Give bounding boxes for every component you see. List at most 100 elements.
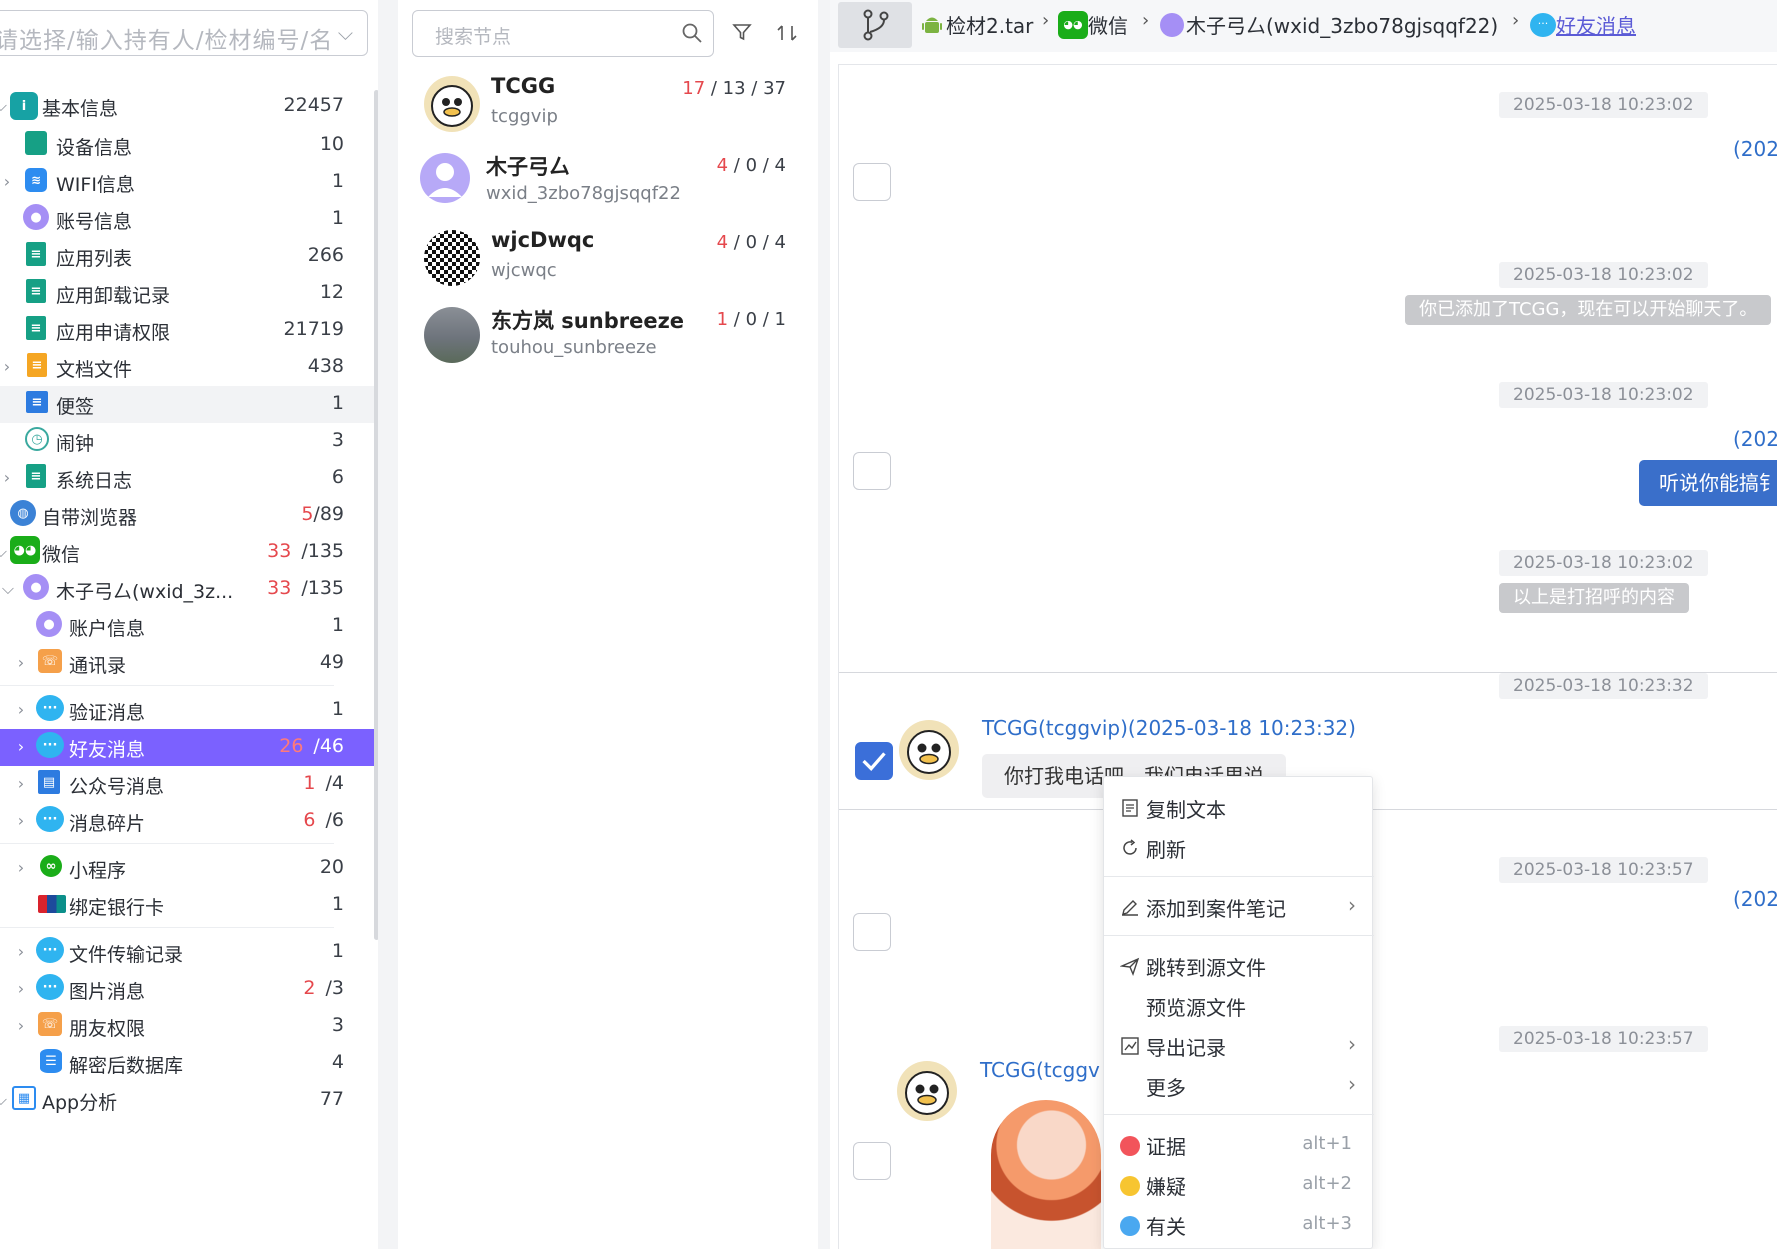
filter-icon[interactable]: [732, 22, 752, 42]
message-checkbox[interactable]: [853, 1142, 891, 1180]
menu-item-export[interactable]: 导出记录 ›: [1104, 1025, 1374, 1065]
chevron-right-icon[interactable]: ›: [12, 859, 30, 877]
git-branch-icon: [863, 9, 889, 41]
tree-item-bank-cards[interactable]: 绑定银行卡 1: [0, 887, 374, 924]
contact-name: 东方岚 sunbreeze: [491, 309, 685, 333]
tree-count: 5/89: [301, 503, 344, 525]
tree-item-friend-messages[interactable]: › ··· 好友消息 26/46: [0, 729, 374, 766]
tree-item-account-info[interactable]: ● 账号信息 1: [0, 201, 374, 238]
breadcrumb-item[interactable]: 木子弓厶(wxid_3zbo78gjsqqf22): [1160, 10, 1498, 39]
branch-button[interactable]: [838, 2, 912, 48]
tree-item-notes[interactable]: ≡ 便签 1: [0, 386, 374, 423]
tree-count: 12: [319, 281, 344, 303]
chevron-down-icon[interactable]: ⌵: [0, 1091, 10, 1109]
menu-item-more[interactable]: 更多 ›: [1104, 1065, 1374, 1105]
tree-item-alarm[interactable]: ◷ 闹钟 3: [0, 423, 374, 460]
tree-item-app-analysis[interactable]: ⌵ ▦ App分析 77: [0, 1082, 374, 1119]
search-node-input[interactable]: 搜索节点: [412, 10, 714, 57]
chevron-right-icon: ›: [1348, 1032, 1356, 1056]
menu-item-goto-source[interactable]: 跳转到源文件: [1104, 945, 1374, 985]
chevron-right-icon[interactable]: ›: [12, 980, 30, 998]
menu-item-preview-source[interactable]: 预览源文件: [1104, 985, 1374, 1025]
unionpay-icon: [38, 895, 66, 913]
contact-item[interactable]: 东方岚 sunbreeze touhou_sunbreeze 1 / 0 / 1: [398, 299, 818, 385]
chevron-down-icon[interactable]: ⌵: [0, 97, 10, 115]
blue-dot-icon: [1120, 1216, 1140, 1236]
breadcrumb-item[interactable]: ◕◕ 微信: [1058, 10, 1128, 39]
search-icon[interactable]: [681, 22, 703, 44]
contact-item[interactable]: wjcDwqc wjcwqc 4 / 0 / 4: [398, 222, 818, 308]
tree-count: 77: [319, 1088, 344, 1110]
tree-item-mini-programs[interactable]: › ∞ 小程序 20: [0, 850, 374, 887]
menu-item-evidence[interactable]: 证据 alt+1: [1104, 1124, 1374, 1164]
breadcrumb-item[interactable]: ··· 好友消息: [1530, 10, 1636, 39]
contact-item[interactable]: 木子弓厶 wxid_3zbo78gjsqqf22 4 / 0 / 4: [398, 145, 818, 231]
chevron-right-icon[interactable]: ›: [12, 1017, 30, 1035]
tree-item-account-details[interactable]: ● 账户信息 1: [0, 608, 374, 645]
tree-item-message-fragments[interactable]: › ··· 消息碎片 6/6: [0, 803, 374, 840]
tree-label: 小程序: [69, 860, 127, 882]
tree-item-decrypted-db[interactable]: ☰ 解密后数据库 4: [0, 1045, 374, 1082]
tree-item-browser[interactable]: ◍ 自带浏览器 5/89: [0, 497, 374, 534]
tree-item-contacts[interactable]: › ☏ 通讯录 49: [0, 645, 374, 682]
sender-link[interactable]: TCGG(tcggvip)(2025-03-18 10:23:32): [982, 716, 1356, 740]
tree-item-friend-permissions[interactable]: › ☏ 朋友权限 3: [0, 1008, 374, 1045]
menu-item-related[interactable]: 有关 alt+3: [1104, 1204, 1374, 1244]
tree: ⌵ i 基本信息 22457 设备信息 10 › ≋ WIFI信息 1 ● 账号…: [0, 85, 374, 1119]
message-checkbox[interactable]: [853, 163, 891, 201]
chevron-down-icon[interactable]: ⌵: [0, 543, 10, 561]
phone-book-icon: ☏: [38, 649, 62, 673]
tree-item-wechat[interactable]: ⌵ ◕◕ 微信 33/135: [0, 534, 374, 571]
breadcrumb-item[interactable]: 检材2.tar: [922, 10, 1033, 39]
tree-label: 朋友权限: [69, 1018, 146, 1040]
list-icon: ≡: [26, 464, 46, 488]
sender-link[interactable]: (2025: [1733, 887, 1777, 911]
chevron-right-icon[interactable]: ›: [12, 654, 30, 672]
message-checkbox[interactable]: [853, 913, 891, 951]
sender-link[interactable]: (2025: [1733, 137, 1777, 161]
chevron-right-icon[interactable]: ›: [0, 469, 16, 487]
tree-item-file-transfer[interactable]: › ··· 文件传输记录 1: [0, 934, 374, 971]
tree-item-documents[interactable]: › ≡ 文档文件 438: [0, 349, 374, 386]
tree-item-wechat-account[interactable]: ⌵ ● 木子弓厶(wxid_3z... 33/135: [0, 571, 374, 608]
chevron-down-icon[interactable]: ⌵: [338, 21, 353, 45]
chevron-down-icon[interactable]: ⌵: [0, 580, 17, 598]
sender-link[interactable]: TCGG(tcggv: [980, 1058, 1100, 1082]
tree-item-device-info[interactable]: 设备信息 10: [0, 127, 374, 164]
tree-item-verify-messages[interactable]: › ··· 验证消息 1: [0, 692, 374, 729]
menu-item-copy-text[interactable]: 复制文本: [1104, 787, 1374, 827]
chevron-right-icon[interactable]: ›: [12, 775, 30, 793]
image-message[interactable]: [991, 1100, 1101, 1249]
sender-link[interactable]: (2025: [1733, 427, 1777, 451]
contact-item[interactable]: TCGG tcggvip 17 / 13 / 37: [398, 68, 818, 154]
tree-count: 6/6: [303, 809, 344, 831]
tree-item-app-permissions[interactable]: ≡ 应用申请权限 21719: [0, 312, 374, 349]
tree-item-system-log[interactable]: › ≡ 系统日志 6: [0, 460, 374, 497]
tree-item-wifi[interactable]: › ≋ WIFI信息 1: [0, 164, 374, 201]
chevron-right-icon[interactable]: ›: [12, 812, 30, 830]
contact-stats: 1 / 0 / 1: [716, 309, 786, 330]
tree-count: 33/135: [267, 577, 344, 599]
menu-item-add-note[interactable]: 添加到案件笔记 ›: [1104, 886, 1374, 926]
tree-item-image-messages[interactable]: › ··· 图片消息 2/3: [0, 971, 374, 1008]
message-checkbox[interactable]: [853, 452, 891, 490]
menu-item-suspect[interactable]: 嫌疑 alt+2: [1104, 1164, 1374, 1204]
breadcrumb-current[interactable]: 好友消息: [1556, 10, 1636, 39]
message-bubble[interactable]: 听说你能搞钅: [1639, 460, 1777, 506]
tree-item-app-uninstall[interactable]: ≡ 应用卸载记录 12: [0, 275, 374, 312]
case-select[interactable]: 请选择/输入持有人/检材编号/名 ⌵: [0, 10, 368, 56]
sort-icon[interactable]: [776, 22, 798, 44]
message-checkbox-checked[interactable]: [855, 742, 893, 780]
tree-item-official-accounts[interactable]: › ▤ 公众号消息 1/4: [0, 766, 374, 803]
tree-item-basic-info[interactable]: ⌵ i 基本信息 22457: [0, 85, 374, 127]
chevron-right-icon[interactable]: ›: [12, 701, 30, 719]
chevron-right-icon[interactable]: ›: [0, 173, 16, 191]
tree-label: 基本信息: [42, 98, 119, 120]
tree-scrollbar[interactable]: [374, 90, 378, 940]
chevron-right-icon[interactable]: ›: [12, 738, 30, 756]
tree-item-app-list[interactable]: ≡ 应用列表 266: [0, 238, 374, 275]
chevron-right-icon[interactable]: ›: [12, 943, 30, 961]
menu-item-refresh[interactable]: 刷新: [1104, 827, 1374, 867]
tree-label: 应用列表: [56, 248, 133, 270]
chevron-right-icon[interactable]: ›: [0, 358, 16, 376]
